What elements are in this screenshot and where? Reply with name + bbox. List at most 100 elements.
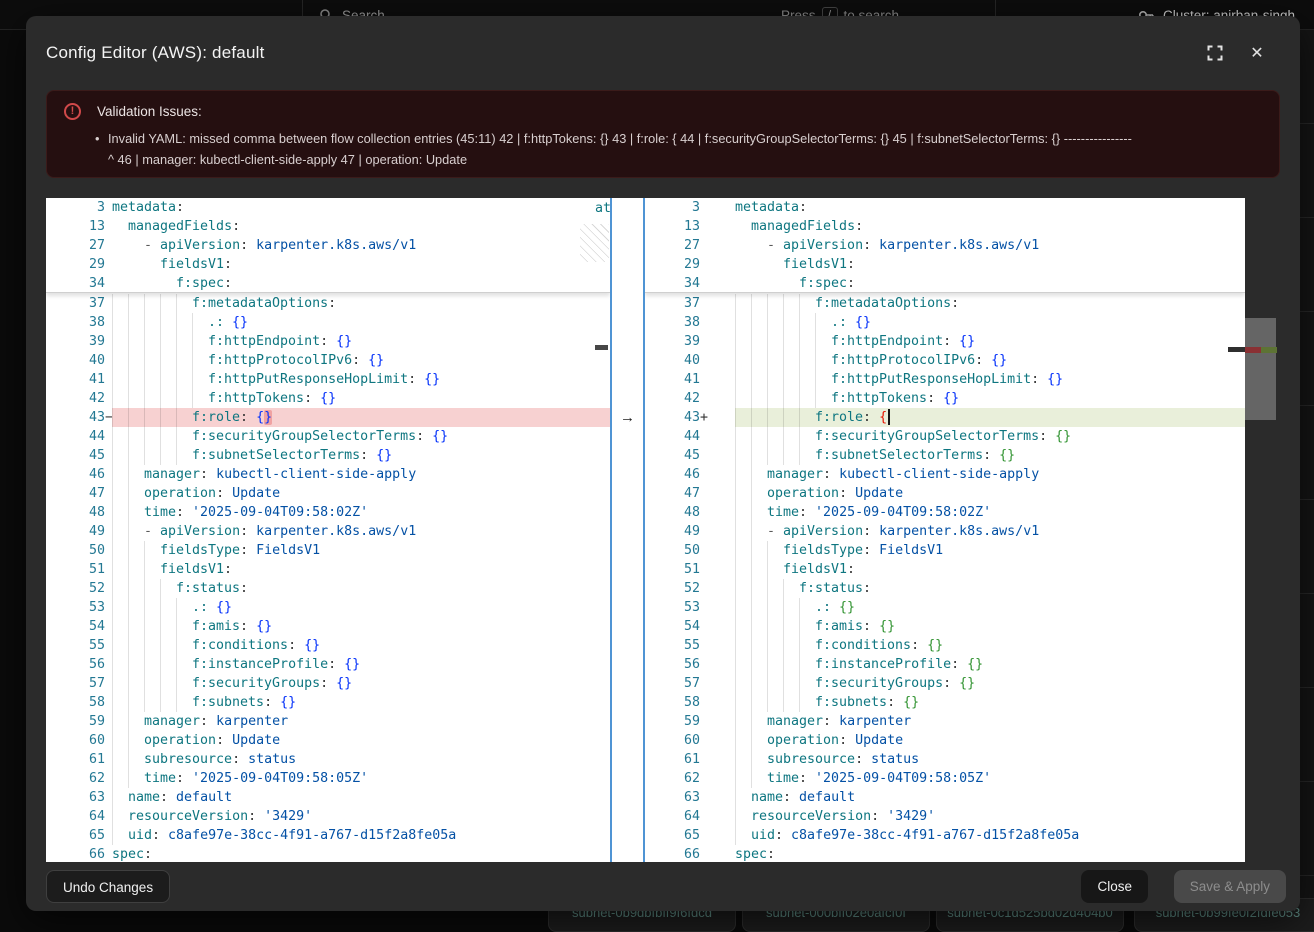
code-line[interactable]: 44f:securityGroupSelectorTerms: {} (645, 427, 1245, 446)
sticky-line[interactable]: 3metadata: (645, 198, 1245, 217)
code-line[interactable]: 39f:httpEndpoint: {} (645, 332, 1245, 351)
save-apply-button[interactable]: Save & Apply (1174, 870, 1286, 903)
code-line[interactable]: 39f:httpEndpoint: {} (46, 332, 610, 351)
code-line[interactable]: 50fieldsType: FieldsV1 (46, 541, 610, 560)
code-line[interactable]: 57f:securityGroups: {} (46, 674, 610, 693)
sticky-line[interactable]: 34f:spec: (46, 274, 610, 293)
code-line[interactable]: 62time: '2025-09-04T09:58:05Z' (645, 769, 1245, 788)
code-line[interactable]: 38.: {} (645, 313, 1245, 332)
code-line[interactable]: 54f:amis: {} (46, 617, 610, 636)
code-line[interactable]: 43+f:role: { (645, 408, 1245, 427)
code-line[interactable]: 43−f:role: {} (46, 408, 610, 427)
code-line[interactable]: 46manager: kubectl-client-side-apply (645, 465, 1245, 484)
code-line[interactable]: 58f:subnets: {} (645, 693, 1245, 712)
sticky-line[interactable]: 29fieldsV1: (645, 255, 1245, 274)
hidden-region-hatch (580, 224, 609, 262)
clipped-text-fragment: at (595, 201, 610, 216)
code-line[interactable]: 56f:instanceProfile: {} (645, 655, 1245, 674)
original-scrollbar-slider[interactable] (595, 345, 608, 350)
code-line[interactable]: 51fieldsV1: (645, 560, 1245, 579)
code-line[interactable]: 53.: {} (645, 598, 1245, 617)
code-line[interactable]: 49- apiVersion: karpenter.k8s.aws/v1 (645, 522, 1245, 541)
code-line[interactable]: 59manager: karpenter (645, 712, 1245, 731)
code-line[interactable]: 45f:subnetSelectorTerms: {} (645, 446, 1245, 465)
config-editor-modal: Config Editor (AWS): default ✕ ! Validat… (26, 16, 1300, 911)
bullet-icon: • (95, 128, 99, 149)
modified-scrollbar-slider[interactable] (1245, 318, 1276, 420)
modal-title: Config Editor (AWS): default (46, 43, 265, 62)
code-line[interactable]: 42f:httpTokens: {} (645, 389, 1245, 408)
code-line[interactable]: 53.: {} (46, 598, 610, 617)
code-line[interactable]: 66spec: (645, 845, 1245, 862)
code-line[interactable]: 48time: '2025-09-04T09:58:02Z' (46, 503, 610, 522)
diff-pane-original[interactable]: 37f:metadataOptions:38.: {}39f:httpEndpo… (46, 198, 610, 862)
code-line[interactable]: 61subresource: status (645, 750, 1245, 769)
close-icon[interactable]: ✕ (1248, 44, 1266, 62)
sticky-line[interactable]: 29fieldsV1: (46, 255, 610, 274)
error-icon: ! (64, 103, 81, 120)
diff-sash[interactable]: → (610, 198, 645, 862)
diff-pane-modified[interactable]: 37f:metadataOptions:38.: {}39f:httpEndpo… (645, 198, 1245, 862)
code-line[interactable]: 52f:status: (645, 579, 1245, 598)
code-line[interactable]: 56f:instanceProfile: {} (46, 655, 610, 674)
code-line[interactable]: 62time: '2025-09-04T09:58:05Z' (46, 769, 610, 788)
code-line[interactable]: 45f:subnetSelectorTerms: {} (46, 446, 610, 465)
text-cursor (888, 409, 890, 425)
validation-message-line2: ^ 46 | manager: kubectl-client-side-appl… (108, 149, 1255, 170)
validation-banner: ! Validation Issues: • Invalid YAML: mis… (46, 90, 1280, 178)
sticky-line[interactable]: 34f:spec: (645, 274, 1245, 293)
code-line[interactable]: 66spec: (46, 845, 610, 862)
revert-change-arrow-icon[interactable]: → (620, 408, 635, 427)
code-line[interactable]: 65uid: c8afe97e-38cc-4f91-a767-d15f2a8fe… (645, 826, 1245, 845)
code-line[interactable]: 55f:conditions: {} (46, 636, 610, 655)
code-line[interactable]: 54f:amis: {} (645, 617, 1245, 636)
code-line[interactable]: 51fieldsV1: (46, 560, 610, 579)
modal-header: Config Editor (AWS): default ✕ (46, 43, 1280, 69)
code-line[interactable]: 64resourceVersion: '3429' (645, 807, 1245, 826)
code-line[interactable]: 61subresource: status (46, 750, 610, 769)
code-line[interactable]: 37f:metadataOptions: (645, 294, 1245, 313)
code-line[interactable]: 49- apiVersion: karpenter.k8s.aws/v1 (46, 522, 610, 541)
close-button[interactable]: Close (1081, 870, 1148, 903)
code-line[interactable]: 37f:metadataOptions: (46, 294, 610, 313)
code-line[interactable]: 60operation: Update (46, 731, 610, 750)
code-line[interactable]: 55f:conditions: {} (645, 636, 1245, 655)
code-line[interactable]: 38.: {} (46, 313, 610, 332)
code-line[interactable]: 58f:subnets: {} (46, 693, 610, 712)
code-line[interactable]: 65uid: c8afe97e-38cc-4f91-a767-d15f2a8fe… (46, 826, 610, 845)
sticky-line[interactable]: 13managedFields: (46, 217, 610, 236)
fullscreen-icon[interactable] (1206, 44, 1224, 62)
validation-title: Validation Issues: (97, 104, 202, 119)
sticky-scroll-header: 3metadata:13managedFields:27- apiVersion… (46, 198, 610, 293)
sticky-line[interactable]: 27- apiVersion: karpenter.k8s.aws/v1 (645, 236, 1245, 255)
code-line[interactable]: 60operation: Update (645, 731, 1245, 750)
yaml-diff-editor: 37f:metadataOptions:38.: {}39f:httpEndpo… (46, 198, 1276, 862)
code-line[interactable]: 59manager: karpenter (46, 712, 610, 731)
undo-changes-button[interactable]: Undo Changes (46, 870, 170, 903)
code-line[interactable]: 48time: '2025-09-04T09:58:02Z' (645, 503, 1245, 522)
code-line[interactable]: 41f:httpPutResponseHopLimit: {} (46, 370, 610, 389)
sticky-line[interactable]: 3metadata: (46, 198, 610, 217)
code-line[interactable]: 42f:httpTokens: {} (46, 389, 610, 408)
code-line[interactable]: 40f:httpProtocolIPv6: {} (645, 351, 1245, 370)
sticky-line[interactable]: 27- apiVersion: karpenter.k8s.aws/v1 (46, 236, 610, 255)
code-line[interactable]: 44f:securityGroupSelectorTerms: {} (46, 427, 610, 446)
code-line[interactable]: 63name: default (46, 788, 610, 807)
validation-message-line1: Invalid YAML: missed comma between flow … (108, 128, 1255, 149)
code-line[interactable]: 52f:status: (46, 579, 610, 598)
modal-footer: Undo Changes Close Save & Apply (26, 870, 1300, 904)
overview-ruler (1245, 198, 1277, 862)
code-line[interactable]: 57f:securityGroups: {} (645, 674, 1245, 693)
code-line[interactable]: 41f:httpPutResponseHopLimit: {} (645, 370, 1245, 389)
code-line[interactable]: 63name: default (645, 788, 1245, 807)
code-line[interactable]: 47operation: Update (645, 484, 1245, 503)
sticky-line[interactable]: 13managedFields: (645, 217, 1245, 236)
overview-mark-removed (1245, 347, 1261, 353)
overview-mark-added (1261, 347, 1277, 353)
code-line[interactable]: 64resourceVersion: '3429' (46, 807, 610, 826)
overview-mark-dark (1228, 347, 1245, 352)
code-line[interactable]: 40f:httpProtocolIPv6: {} (46, 351, 610, 370)
code-line[interactable]: 46manager: kubectl-client-side-apply (46, 465, 610, 484)
code-line[interactable]: 50fieldsType: FieldsV1 (645, 541, 1245, 560)
code-line[interactable]: 47operation: Update (46, 484, 610, 503)
